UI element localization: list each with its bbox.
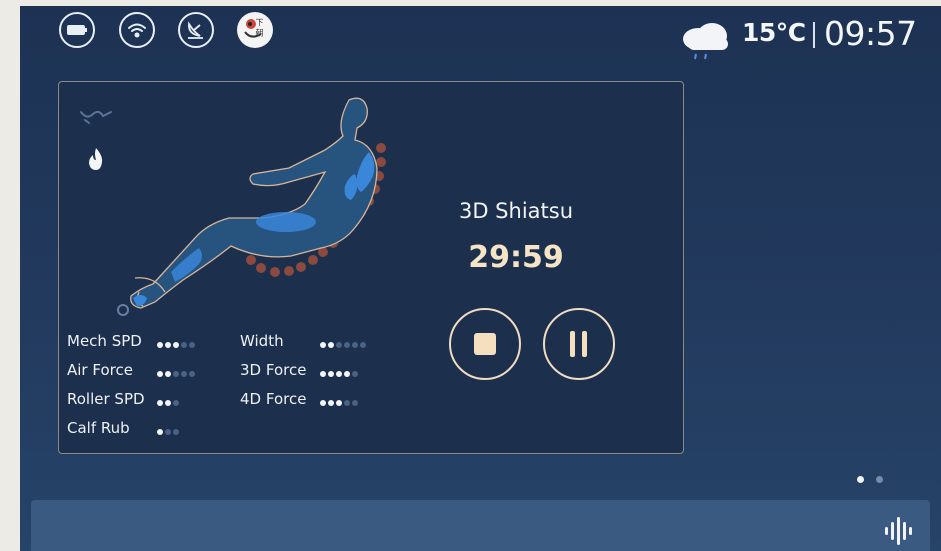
level-dot <box>189 371 195 377</box>
level-dot <box>173 400 179 406</box>
4d-force-label: 4D Force <box>240 390 307 408</box>
flame-icon[interactable] <box>85 146 107 176</box>
3d-force-label: 3D Force <box>240 361 307 379</box>
mascot-badge-text: 下 朝 <box>255 18 264 37</box>
stop-button[interactable] <box>449 308 521 380</box>
mascot-badge-icon[interactable]: 下 朝 <box>237 12 273 48</box>
level-dot <box>173 342 179 348</box>
level-dot <box>320 400 326 406</box>
level-dot <box>165 400 171 406</box>
level-dot <box>344 400 350 406</box>
level-dot <box>181 342 187 348</box>
level-dot <box>165 371 171 377</box>
level-dot <box>360 342 366 348</box>
level-dot <box>336 342 342 348</box>
level-dot <box>165 429 171 435</box>
level-dot <box>173 429 179 435</box>
level-dot <box>328 342 334 348</box>
body-massage-diagram <box>111 92 411 326</box>
massage-status-panel: Mech SPD Air Force Roller SPD Calf Rub W… <box>58 81 684 454</box>
screen: 下 朝 15°C 09:57 Mech SPD Air Force Roller… <box>20 6 941 551</box>
level-dot <box>165 342 171 348</box>
level-dot <box>157 429 163 435</box>
program-name: 3D Shiatsu <box>458 199 574 223</box>
width-label: Width <box>240 332 284 350</box>
level-dot <box>157 400 163 406</box>
page-indicator-2[interactable] <box>876 476 883 483</box>
voice-waveform-icon[interactable] <box>884 516 912 550</box>
pause-button[interactable] <box>543 308 615 380</box>
roller-spd-label: Roller SPD <box>67 390 145 408</box>
zero-gravity-icon[interactable] <box>79 106 113 130</box>
air-force-label: Air Force <box>67 361 133 379</box>
temperature: 15°C <box>742 18 806 47</box>
level-dot <box>320 371 326 377</box>
battery-icon[interactable] <box>59 12 95 48</box>
mech-spd-label: Mech SPD <box>67 332 142 350</box>
bottom-bar <box>31 500 930 551</box>
level-dot <box>336 400 342 406</box>
level-dot <box>173 371 179 377</box>
divider <box>813 22 815 48</box>
satellite-dish-icon[interactable] <box>178 12 214 48</box>
page-indicator-1[interactable] <box>857 476 864 483</box>
level-dot <box>352 342 358 348</box>
level-dot <box>328 400 334 406</box>
level-dot <box>336 371 342 377</box>
level-dot <box>320 342 326 348</box>
level-dot <box>328 371 334 377</box>
level-dot <box>181 371 187 377</box>
level-dot <box>352 371 358 377</box>
clock: 09:57 <box>824 14 917 53</box>
level-dot <box>189 342 195 348</box>
cloud-rain-icon <box>676 16 734 64</box>
level-dot <box>344 371 350 377</box>
stop-icon <box>474 333 496 355</box>
calf-rub-label: Calf Rub <box>67 419 130 437</box>
wifi-icon[interactable] <box>119 12 155 48</box>
level-dot <box>157 371 163 377</box>
level-dot <box>352 400 358 406</box>
remaining-timer: 29:59 <box>468 240 564 275</box>
level-dot <box>157 342 163 348</box>
level-dot <box>344 342 350 348</box>
